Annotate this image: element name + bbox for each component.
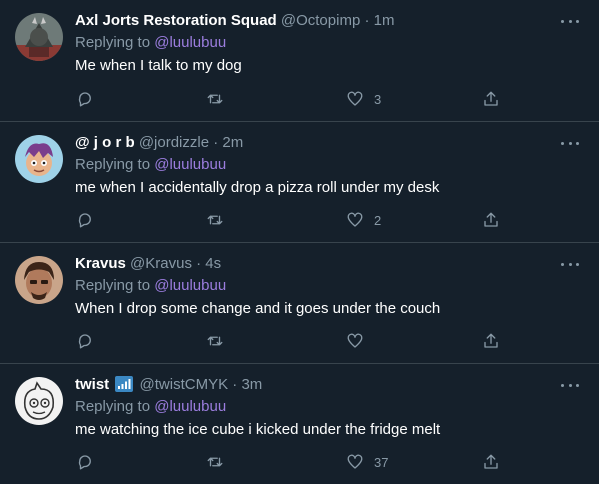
replying-to-label: Replying to (75, 156, 151, 173)
replying-to-user[interactable]: @luulubuu (154, 277, 226, 294)
replying-to-user[interactable]: @luulubuu (154, 398, 226, 415)
retweet-icon (207, 94, 223, 104)
tweet[interactable]: Kravus @Kravus · 4s Replying to @luulubu… (0, 243, 599, 364)
share-icon (484, 91, 498, 106)
display-name[interactable]: @ j o r b (75, 134, 135, 151)
more-options-icon[interactable] (561, 136, 579, 150)
separator-dot: · (364, 12, 370, 29)
timestamp[interactable]: 1m (374, 12, 395, 29)
like-button[interactable]: 37 (346, 452, 388, 472)
retweet-button[interactable] (206, 331, 224, 351)
heart-icon (347, 333, 363, 348)
tweet-text: me watching the ice cube i kicked under … (75, 421, 441, 438)
reply-icon (78, 92, 91, 107)
retweet-icon (207, 336, 223, 346)
user-handle[interactable]: @Octopimp (281, 12, 360, 29)
more-options-icon[interactable] (561, 257, 579, 271)
replying-to-line: Replying to @luulubuu (75, 155, 559, 175)
reply-button[interactable] (76, 331, 94, 351)
tweet[interactable]: Axl Jorts Restoration Squad @Octopimp · … (0, 0, 599, 122)
reply-icon (78, 455, 91, 470)
like-button[interactable]: 2 (346, 210, 381, 230)
share-button[interactable] (482, 210, 500, 230)
timestamp[interactable]: 3m (241, 376, 262, 393)
reply-button[interactable] (76, 89, 94, 109)
user-handle[interactable]: @Kravus (130, 255, 192, 272)
share-button[interactable] (482, 452, 500, 472)
more-options-icon[interactable] (561, 378, 579, 392)
share-icon (484, 333, 498, 348)
reply-feed: Axl Jorts Restoration Squad @Octopimp · … (0, 0, 599, 484)
separator-dot: · (213, 134, 219, 151)
reply-button[interactable] (76, 452, 94, 472)
replying-to-user[interactable]: @luulubuu (154, 34, 226, 51)
tweet-text: me when I accidentally drop a pizza roll… (75, 179, 440, 196)
retweet-button[interactable] (206, 210, 224, 230)
user-handle[interactable]: @jordizzle (139, 134, 209, 151)
timestamp[interactable]: 4s (205, 255, 221, 272)
replying-to-line: Replying to @luulubuu (75, 397, 559, 417)
tweet-text: When I drop some change and it goes unde… (75, 300, 441, 317)
like-count: 3 (374, 91, 382, 107)
heart-icon (347, 91, 363, 106)
share-button[interactable] (482, 89, 500, 109)
display-name[interactable]: Axl Jorts Restoration Squad (75, 12, 277, 29)
reply-button[interactable] (76, 210, 94, 230)
like-count: 37 (374, 454, 389, 470)
avatar[interactable] (15, 13, 63, 61)
avatar[interactable] (15, 377, 63, 425)
replying-to-line: Replying to @luulubuu (75, 276, 559, 296)
retweet-icon (207, 215, 223, 225)
replying-to-label: Replying to (75, 34, 151, 51)
avatar[interactable] (15, 256, 63, 304)
replying-to-label: Replying to (75, 398, 151, 415)
share-icon (484, 454, 498, 469)
user-handle[interactable]: @twistCMYK (140, 376, 229, 393)
more-options-icon[interactable] (561, 14, 579, 28)
timestamp[interactable]: 2m (222, 134, 243, 151)
share-icon (484, 212, 498, 227)
retweet-icon (207, 457, 223, 467)
reply-icon (78, 334, 91, 349)
replying-to-user[interactable]: @luulubuu (154, 156, 226, 173)
avatar[interactable] (15, 135, 63, 183)
display-name[interactable]: twist (75, 376, 109, 393)
tweet-text: Me when I talk to my dog (75, 57, 242, 74)
retweet-button[interactable] (206, 452, 224, 472)
signal-bars-emoji-icon (115, 376, 134, 392)
separator-dot: · (232, 376, 238, 393)
replying-to-label: Replying to (75, 277, 151, 294)
heart-icon (347, 454, 363, 469)
replying-to-line: Replying to @luulubuu (75, 33, 559, 53)
like-button[interactable] (346, 331, 374, 351)
heart-icon (347, 212, 363, 227)
share-button[interactable] (482, 331, 500, 351)
retweet-button[interactable] (206, 89, 224, 109)
like-count: 2 (374, 212, 382, 228)
like-button[interactable]: 3 (346, 89, 381, 109)
reply-icon (78, 213, 91, 228)
separator-dot: · (196, 255, 202, 272)
tweet[interactable]: @ j o r b @jordizzle · 2m Replying to @l… (0, 122, 599, 243)
display-name[interactable]: Kravus (75, 255, 126, 272)
tweet[interactable]: twist @twistCMYK · 3m Replying to @luulu… (0, 364, 599, 484)
